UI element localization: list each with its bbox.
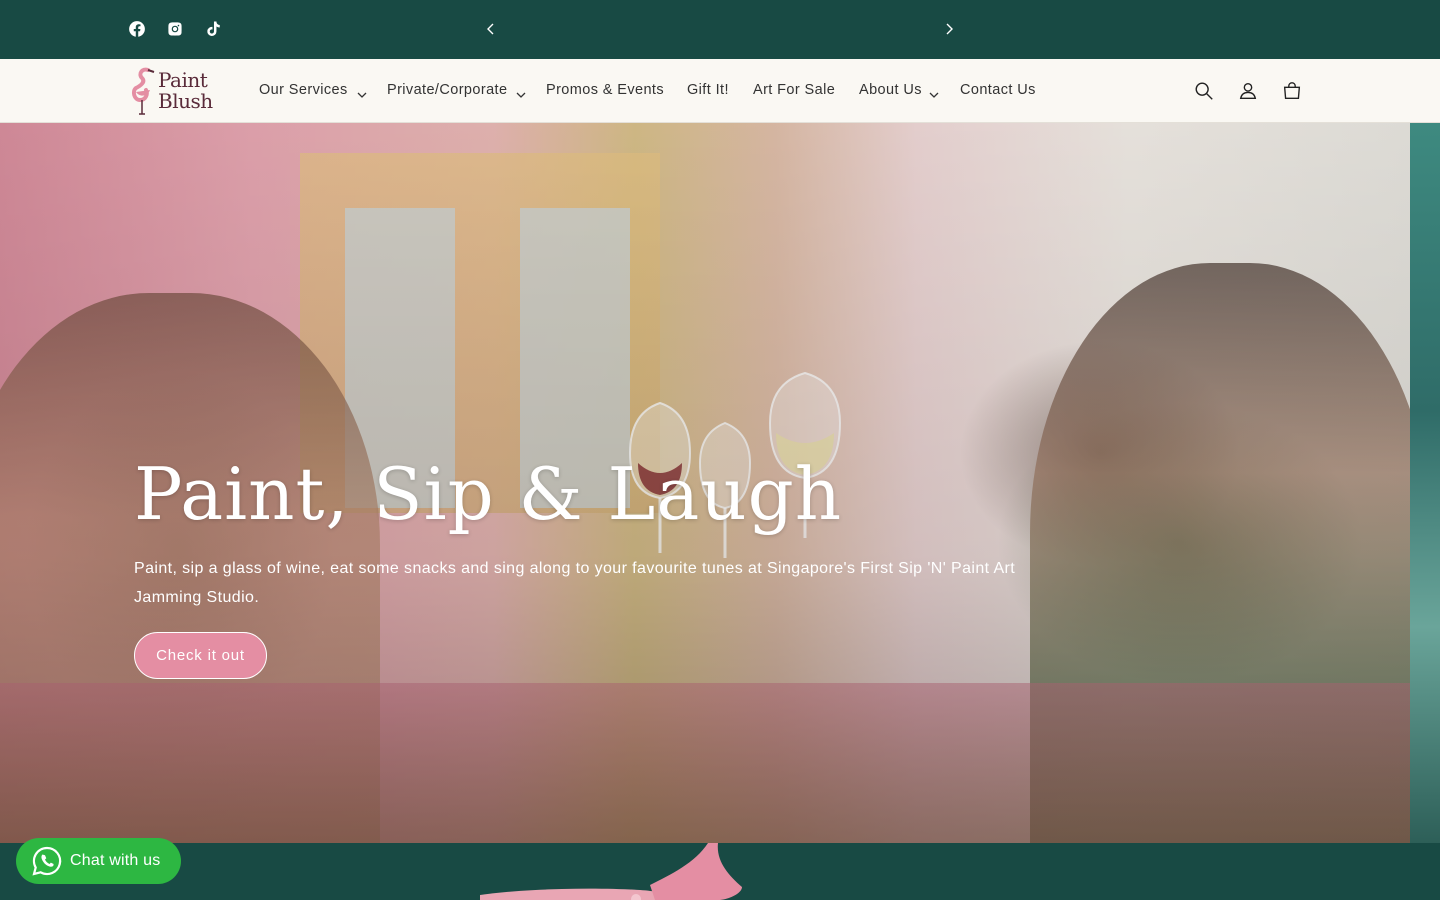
nav-our-services[interactable]: Our Services <box>259 82 348 98</box>
account-icon[interactable] <box>1235 78 1261 104</box>
site-logo[interactable]: Paint Blush <box>130 64 226 116</box>
nav-art-for-sale[interactable]: Art For Sale <box>753 82 835 98</box>
whatsapp-icon <box>32 846 62 876</box>
hero-title: Paint, Sip & Laugh <box>134 452 843 536</box>
chevron-left-icon[interactable] <box>480 18 502 40</box>
chat-label: Chat with us <box>70 852 161 869</box>
hero-subtitle: Paint, sip a glass of wine, eat some sna… <box>134 560 1016 606</box>
tiktok-icon[interactable] <box>202 18 224 40</box>
chevron-right-icon[interactable] <box>938 18 960 40</box>
check-it-out-button[interactable]: Check it out <box>134 632 267 679</box>
instagram-icon[interactable] <box>164 18 186 40</box>
site-header: Paint Blush Our Services Private/Corpora… <box>0 59 1440 123</box>
flamingo-logo-icon <box>131 67 155 115</box>
brush-stroke-decoration <box>480 843 742 900</box>
whatsapp-chat-button[interactable]: Chat with us <box>16 838 181 884</box>
chevron-down-icon <box>357 86 367 98</box>
logo-line-2: Blush <box>158 89 213 113</box>
logo-line-1: Paint <box>158 68 208 92</box>
nav-about-us[interactable]: About Us <box>859 82 922 98</box>
cart-icon[interactable] <box>1279 78 1305 104</box>
search-icon[interactable] <box>1191 78 1217 104</box>
nav-promos-events[interactable]: Promos & Events <box>546 82 664 98</box>
nav-contact-us[interactable]: Contact Us <box>960 82 1036 98</box>
next-section <box>0 843 1440 900</box>
announcement-bar <box>0 0 1440 59</box>
chevron-down-icon <box>929 86 939 98</box>
nav-private-corporate[interactable]: Private/Corporate <box>387 82 507 98</box>
nav-gift-it[interactable]: Gift It! <box>687 82 729 98</box>
next-slide-peek[interactable] <box>1410 123 1440 843</box>
chevron-down-icon <box>516 86 526 98</box>
facebook-icon[interactable] <box>126 18 148 40</box>
